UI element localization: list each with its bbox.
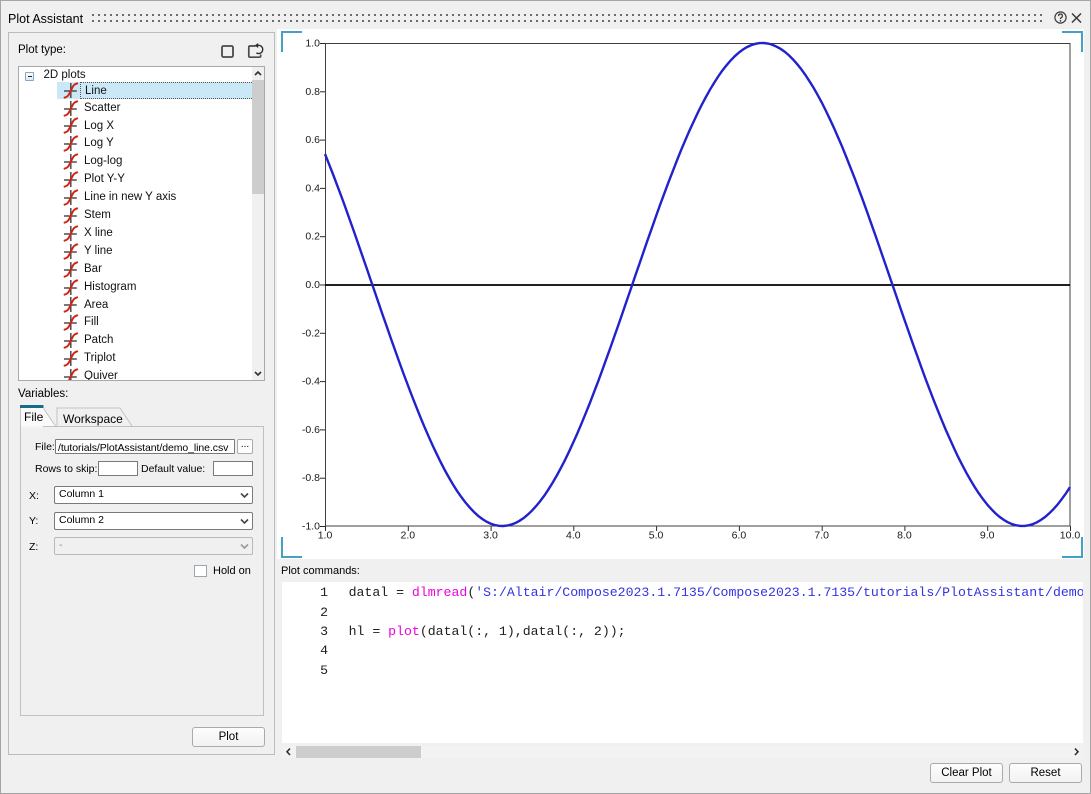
svg-text:2.0: 2.0 <box>400 530 415 542</box>
svg-text:4.0: 4.0 <box>566 530 581 542</box>
svg-text:8.0: 8.0 <box>897 530 912 542</box>
svg-text:0.6: 0.6 <box>305 134 320 146</box>
svg-text:1.0: 1.0 <box>318 530 333 542</box>
svg-text:0.8: 0.8 <box>305 86 320 98</box>
svg-text:-0.2: -0.2 <box>302 327 320 339</box>
svg-text:5.0: 5.0 <box>649 530 664 542</box>
svg-text:-0.6: -0.6 <box>302 424 320 436</box>
svg-text:6.0: 6.0 <box>732 530 747 542</box>
svg-text:9.0: 9.0 <box>980 530 995 542</box>
svg-text:7.0: 7.0 <box>814 530 829 542</box>
svg-text:0.0: 0.0 <box>305 279 320 291</box>
svg-text:-0.8: -0.8 <box>302 472 320 484</box>
svg-text:3.0: 3.0 <box>483 530 498 542</box>
svg-text:0.2: 0.2 <box>305 231 320 243</box>
svg-text:-0.4: -0.4 <box>302 376 320 388</box>
svg-text:0.4: 0.4 <box>305 182 320 194</box>
svg-text:1.0: 1.0 <box>305 38 320 50</box>
